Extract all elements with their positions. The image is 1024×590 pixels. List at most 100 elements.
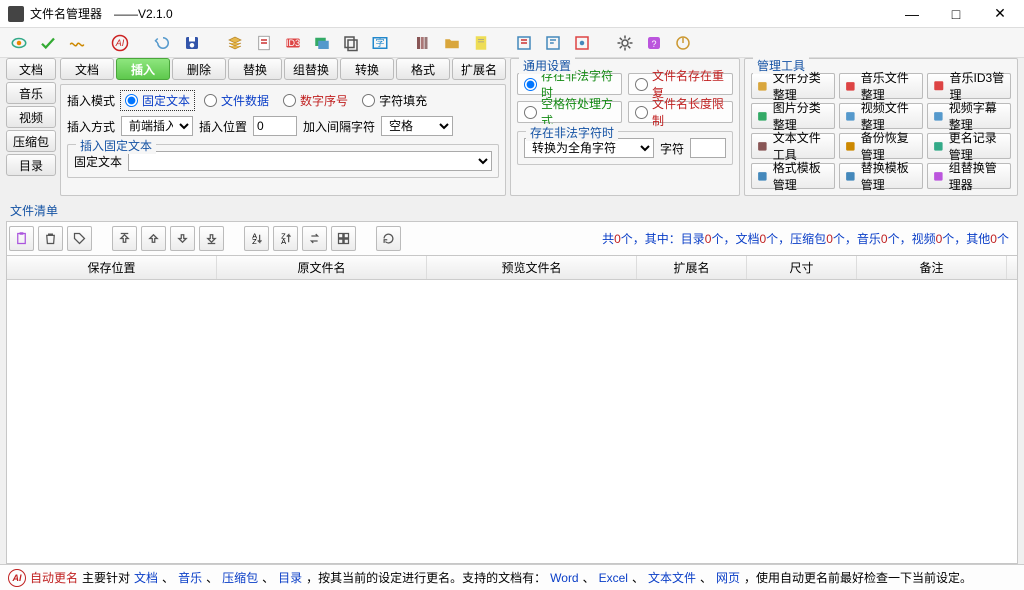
tpl1-icon[interactable] xyxy=(511,30,536,55)
copy-icon[interactable] xyxy=(338,30,363,55)
tpl2-icon[interactable] xyxy=(540,30,565,55)
stack-icon[interactable] xyxy=(222,30,247,55)
tab-ext[interactable]: 扩展名 xyxy=(452,58,506,80)
down-icon[interactable] xyxy=(170,226,195,251)
side-tab-dir[interactable]: 目录 xyxy=(6,154,56,176)
tool-icon xyxy=(756,138,769,154)
tool-0[interactable]: 文件分类整理 xyxy=(751,73,835,99)
sort-asc-icon[interactable]: AZ xyxy=(244,226,269,251)
file-table[interactable]: 保存位置原文件名预览文件名扩展名尺寸备注 xyxy=(6,255,1018,564)
top-icon[interactable] xyxy=(112,226,137,251)
side-tab-zip[interactable]: 压缩包 xyxy=(6,130,56,152)
gear-icon[interactable] xyxy=(612,30,637,55)
undo-icon[interactable] xyxy=(150,30,175,55)
col-1[interactable]: 原文件名 xyxy=(217,256,427,279)
tag-icon[interactable] xyxy=(67,226,92,251)
side-tab-music[interactable]: 音乐 xyxy=(6,82,56,104)
tab-delete[interactable]: 删除 xyxy=(172,58,226,80)
mode-fixed-text[interactable]: 固定文本 xyxy=(121,91,194,110)
top-tabs: 文档 插入 删除 替换 组替换 转换 格式 扩展名 xyxy=(60,58,506,80)
window-title: 文件名管理器 ——V2.1.0 xyxy=(30,5,173,22)
doc-red-icon[interactable] xyxy=(251,30,276,55)
tool-3[interactable]: 图片分类整理 xyxy=(751,103,835,129)
wave-icon[interactable] xyxy=(64,30,89,55)
ai-icon[interactable]: AI xyxy=(107,30,132,55)
tool-2[interactable]: 音乐ID3管理 xyxy=(927,73,1011,99)
status-bar: AI 自动更名 主要针对 文档、 音乐、 压缩包、 目录 ，按其当前的设定进行更… xyxy=(0,564,1024,590)
tool-5[interactable]: 视频字幕整理 xyxy=(927,103,1011,129)
illegal-tail-input[interactable] xyxy=(690,138,726,158)
file-list-section: 文件清单 AZ ZA 共0个，其中：目录0个，文档0个，压缩包0个，音乐0个，视… xyxy=(0,200,1024,564)
col-4[interactable]: 尺寸 xyxy=(747,256,857,279)
tab-doc[interactable]: 文档 xyxy=(60,58,114,80)
books-icon[interactable] xyxy=(410,30,435,55)
mode-file-data[interactable]: 文件数据 xyxy=(200,91,273,110)
col-3[interactable]: 扩展名 xyxy=(637,256,747,279)
tool-4[interactable]: 视频文件整理 xyxy=(839,103,923,129)
tool-1[interactable]: 音乐文件整理 xyxy=(839,73,923,99)
tool-icon xyxy=(932,168,945,184)
svg-text:Z: Z xyxy=(252,237,257,246)
eye-icon[interactable] xyxy=(6,30,31,55)
side-tab-video[interactable]: 视频 xyxy=(6,106,56,128)
bottom-icon[interactable] xyxy=(199,226,224,251)
help-icon[interactable]: ? xyxy=(641,30,666,55)
tab-replace[interactable]: 替换 xyxy=(228,58,282,80)
insert-gap-select[interactable]: 空格 xyxy=(381,116,453,136)
subtitle-icon[interactable]: 字 xyxy=(367,30,392,55)
sort-desc-icon[interactable]: ZA xyxy=(273,226,298,251)
up-icon[interactable] xyxy=(141,226,166,251)
minimize-button[interactable]: — xyxy=(890,0,934,28)
maximize-button[interactable]: □ xyxy=(934,0,978,28)
swap-icon[interactable] xyxy=(302,226,327,251)
tool-8[interactable]: 更名记录管理 xyxy=(927,133,1011,159)
fixed-text-input[interactable] xyxy=(128,151,492,171)
tool-9[interactable]: 格式模板管理 xyxy=(751,163,835,189)
svg-text:字: 字 xyxy=(375,37,384,48)
col-0[interactable]: 保存位置 xyxy=(7,256,217,279)
grid-icon[interactable] xyxy=(331,226,356,251)
illegal-tail-label: 字符 xyxy=(660,140,684,157)
tpl3-icon[interactable] xyxy=(569,30,594,55)
id3-icon[interactable]: ID3 xyxy=(280,30,305,55)
svg-text:ID3: ID3 xyxy=(285,38,299,48)
save-icon[interactable] xyxy=(179,30,204,55)
illegal-action-select[interactable]: 转换为全角字符 xyxy=(524,138,654,158)
close-button[interactable]: ✕ xyxy=(978,0,1022,28)
mode-num-seq[interactable]: 数字序号 xyxy=(279,91,352,110)
opt-dup-name[interactable]: 文件名存在重复 xyxy=(628,73,733,95)
config-row: 文档 音乐 视频 压缩包 目录 文档 插入 删除 替换 组替换 转换 格式 扩展… xyxy=(0,58,1024,200)
note-icon[interactable] xyxy=(468,30,493,55)
file-stats: 共0个，其中：目录0个，文档0个，压缩包0个，音乐0个，视频0个，其他0个 xyxy=(602,230,1015,247)
opt-length[interactable]: 文件名长度限制 xyxy=(628,101,733,123)
tool-icon xyxy=(756,168,769,184)
side-tab-doc[interactable]: 文档 xyxy=(6,58,56,80)
tool-11[interactable]: 组替换管理器 xyxy=(927,163,1011,189)
refresh-icon[interactable] xyxy=(376,226,401,251)
images-icon[interactable] xyxy=(309,30,334,55)
trash-icon[interactable] xyxy=(38,226,63,251)
insert-pos-input[interactable] xyxy=(253,116,297,136)
tab-format[interactable]: 格式 xyxy=(396,58,450,80)
folder-icon[interactable] xyxy=(439,30,464,55)
tool-icon xyxy=(844,108,857,124)
tab-convert[interactable]: 转换 xyxy=(340,58,394,80)
illegal-sub-legend: 存在非法字符时 xyxy=(526,124,618,141)
opt-illegal-char[interactable]: 存在非法字符时 xyxy=(517,73,622,95)
insert-way-select[interactable]: 前端插入 xyxy=(121,116,193,136)
power-icon[interactable] xyxy=(670,30,695,55)
main-toolbar: AI ID3 字 ? xyxy=(0,28,1024,58)
fixed-text-group: 插入固定文本 固定文本 xyxy=(67,144,499,178)
tool-6[interactable]: 文本文件工具 xyxy=(751,133,835,159)
paste-icon[interactable] xyxy=(9,226,34,251)
tab-insert[interactable]: 插入 xyxy=(116,58,170,80)
opt-space[interactable]: 空格符处理方式 xyxy=(517,101,622,123)
col-2[interactable]: 预览文件名 xyxy=(427,256,637,279)
mode-char-fill[interactable]: 字符填充 xyxy=(358,91,431,110)
col-5[interactable]: 备注 xyxy=(857,256,1007,279)
check-icon[interactable] xyxy=(35,30,60,55)
tool-10[interactable]: 替换模板管理 xyxy=(839,163,923,189)
tool-7[interactable]: 备份恢复管理 xyxy=(839,133,923,159)
table-header: 保存位置原文件名预览文件名扩展名尺寸备注 xyxy=(7,256,1017,280)
tab-greplace[interactable]: 组替换 xyxy=(284,58,338,80)
